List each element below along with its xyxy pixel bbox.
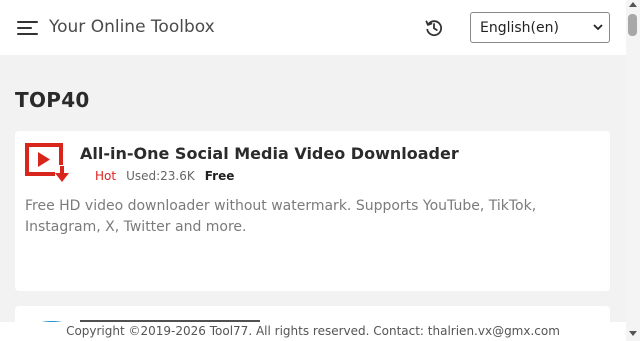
tool-title[interactable]: All-in-One Social Media Video Downloader [80,144,459,163]
site-name[interactable]: Your Online Toolbox [49,17,215,37]
section-title: TOP40 [15,88,90,112]
history-icon[interactable] [424,18,444,38]
usage-count: Used:23.6K [126,169,195,183]
footer-copyright: Copyright ©2019-2026 Tool77. All rights … [0,322,626,341]
language-select[interactable]: English(en) [470,12,610,43]
hot-badge: Hot [95,169,117,183]
price-badge: Free [204,169,235,183]
tool-meta: Hot Used:23.6K Free [95,169,234,183]
video-download-icon [25,143,71,183]
hamburger-menu-icon[interactable] [17,19,39,37]
top-header: Your Online Toolbox English(en) [0,0,626,55]
vertical-scrollbar[interactable] [626,0,640,341]
tool-card[interactable]: All-in-One Social Media Video Downloader… [15,131,610,291]
tool-description: Free HD video downloader without waterma… [25,198,537,235]
scrollbar-thumb[interactable] [628,14,637,36]
scroll-up-arrow-icon[interactable] [629,2,637,7]
scroll-down-arrow-icon[interactable] [629,331,637,336]
